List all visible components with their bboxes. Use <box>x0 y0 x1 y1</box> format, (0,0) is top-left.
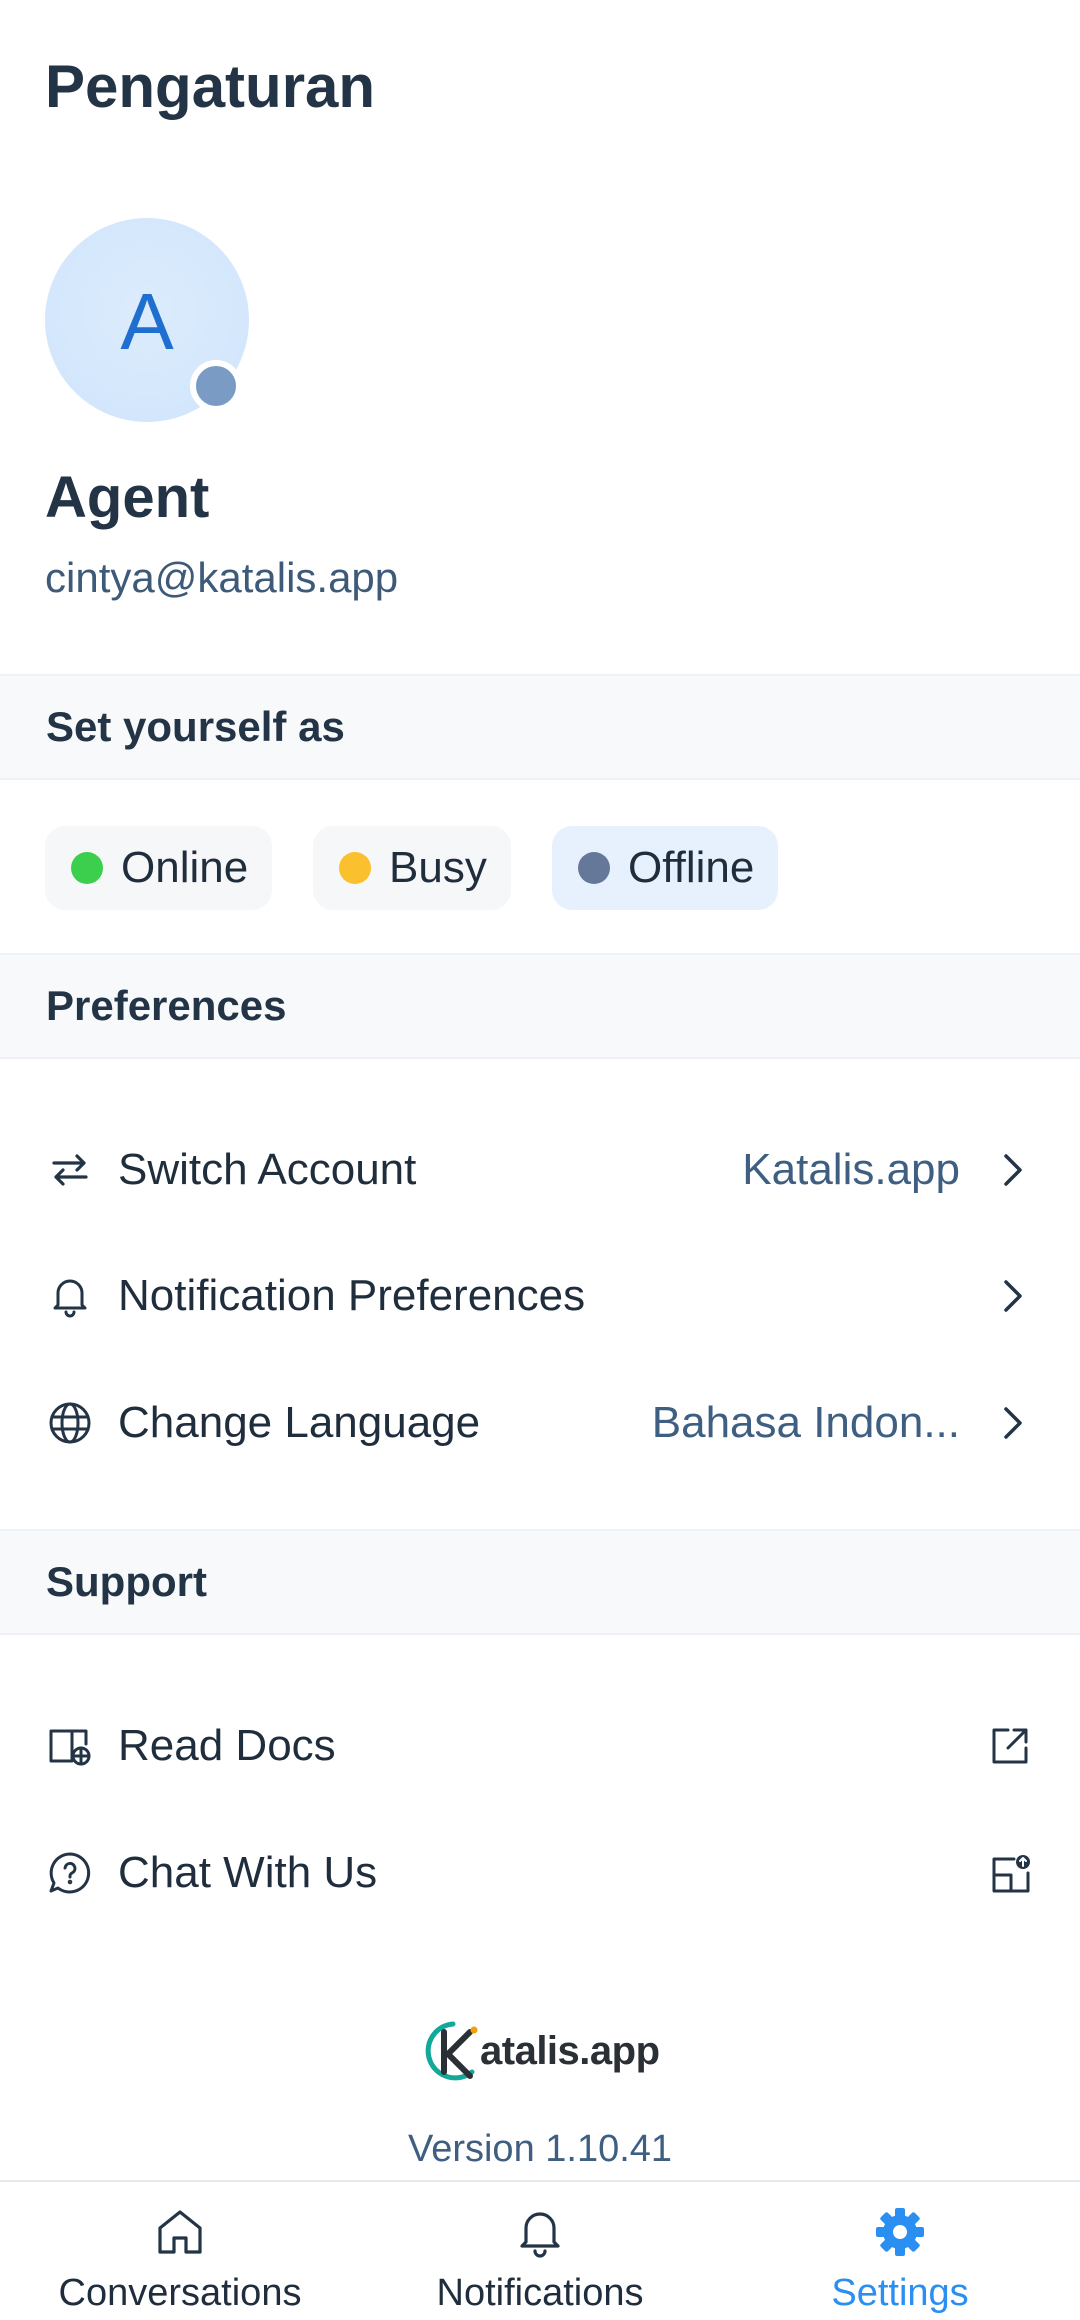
section-title: Preferences <box>46 982 287 1029</box>
bell-icon <box>520 2212 560 2258</box>
section-header-availability: Set yourself as <box>0 674 1080 780</box>
tab-settings[interactable]: Settings <box>720 2182 1080 2320</box>
switch-account-value: Katalis.app <box>742 1145 960 1194</box>
status-option-online[interactable]: Online <box>45 826 273 910</box>
status-option-label: Online <box>121 843 249 892</box>
docs-icon <box>49 1729 91 1766</box>
switch-icon <box>52 1154 88 1186</box>
switch-account-label: Switch Account <box>118 1145 417 1194</box>
chevron-right-icon <box>1004 1154 1022 1186</box>
profile-name: Agent <box>45 465 210 530</box>
read-docs-label: Read Docs <box>118 1721 336 1770</box>
tab-label: Settings <box>831 2272 969 2314</box>
notification-preferences-row[interactable]: Notification Preferences <box>0 1241 1080 1351</box>
katalis-logo-mark <box>425 2021 478 2081</box>
status-option-offline[interactable]: Offline <box>552 826 779 910</box>
globe-icon <box>49 1402 91 1444</box>
busy-dot-icon <box>339 852 371 884</box>
brand-wordmark: atalis.app <box>480 2028 660 2073</box>
change-language-label: Change Language <box>118 1398 481 1447</box>
external-link-icon <box>992 1728 1028 1764</box>
bell-icon <box>53 1279 87 1318</box>
change-language-row[interactable]: Change Language Bahasa Indon... <box>0 1368 1080 1478</box>
status-option-busy[interactable]: Busy <box>313 826 511 910</box>
profile-email: cintya@katalis.app <box>45 554 399 601</box>
avatar-initial: A <box>120 277 174 366</box>
section-title: Set yourself as <box>46 703 345 750</box>
tab-conversations[interactable]: Conversations <box>0 2182 360 2320</box>
change-language-value: Bahasa Indon... <box>651 1398 960 1447</box>
chevron-right-icon <box>1004 1407 1022 1439</box>
tab-label: Conversations <box>58 2272 302 2314</box>
share-icon <box>992 1855 1030 1893</box>
online-dot-icon <box>71 852 103 884</box>
notification-preferences-label: Notification Preferences <box>118 1271 586 1320</box>
bottom-tab-bar: Conversations Notifications Settings <box>0 2180 1080 2320</box>
home-icon <box>158 2210 202 2254</box>
availability-status-dot <box>190 360 242 412</box>
section-header-preferences: Preferences <box>0 953 1080 1059</box>
section-header-support: Support <box>0 1529 1080 1635</box>
help-chat-icon <box>49 1852 91 1894</box>
chat-with-us-row[interactable]: Chat With Us <box>0 1818 1080 1928</box>
gear-icon <box>876 2208 924 2256</box>
read-docs-row[interactable]: Read Docs <box>0 1691 1080 1801</box>
page-title: Pengaturan <box>45 53 376 120</box>
katalis-logo: atalis.app <box>420 2018 660 2084</box>
chevron-right-icon <box>1004 1280 1022 1312</box>
chat-with-us-label: Chat With Us <box>118 1848 378 1897</box>
tab-label: Notifications <box>436 2272 644 2314</box>
tab-notifications[interactable]: Notifications <box>360 2182 720 2320</box>
section-title: Support <box>46 1558 207 1605</box>
offline-dot-icon <box>578 852 610 884</box>
status-option-label: Offline <box>628 843 755 892</box>
app-version: Version 1.10.41 <box>407 2128 673 2170</box>
status-option-label: Busy <box>389 843 487 892</box>
switch-account-row[interactable]: Switch Account Katalis.app <box>0 1115 1080 1225</box>
